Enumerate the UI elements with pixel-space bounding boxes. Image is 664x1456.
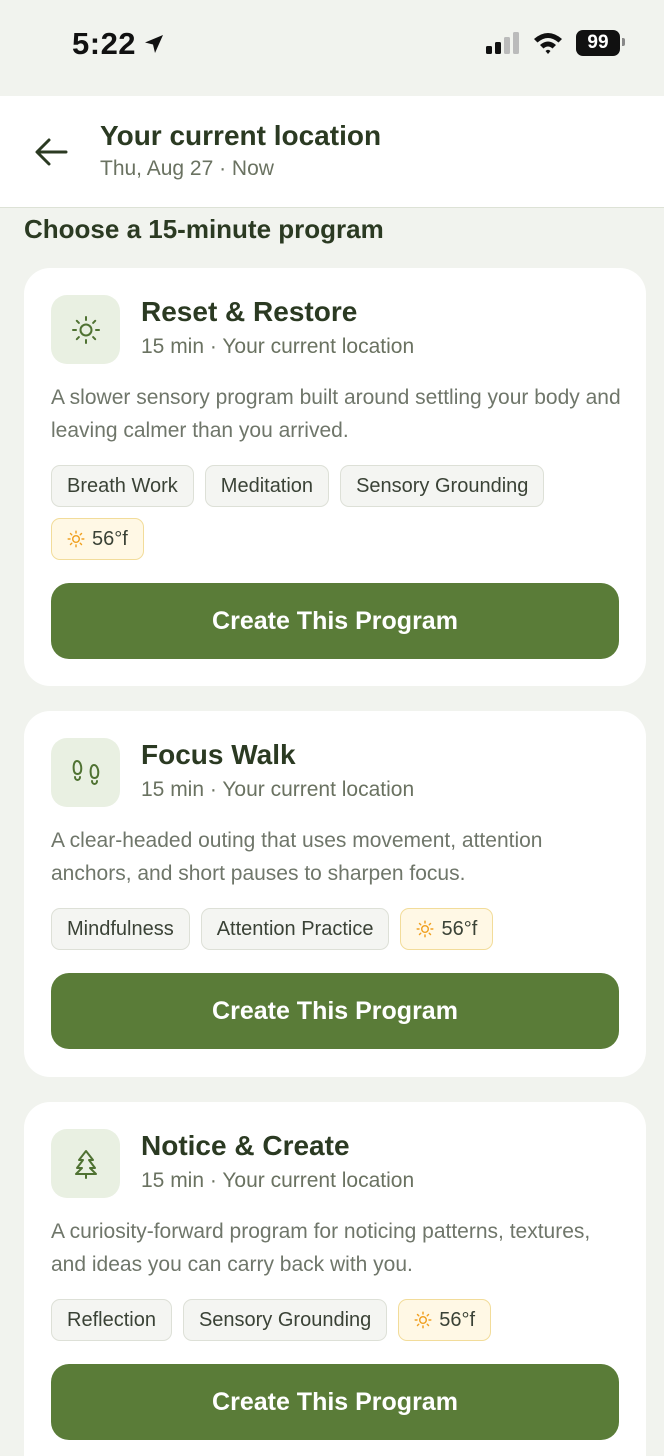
location-arrow-icon [145, 35, 164, 53]
program-icon-container [51, 1129, 120, 1198]
cellular-signal-icon [486, 32, 519, 54]
status-bar: 5:22 99 [0, 0, 664, 96]
create-program-button[interactable]: Create This Program [51, 1364, 619, 1440]
tag-chip: Mindfulness [51, 908, 190, 950]
footprints-icon [72, 759, 99, 785]
program-card-notice-create: Notice & Create 15 min · Your current lo… [24, 1102, 646, 1456]
program-title: Focus Walk [141, 739, 296, 770]
arrow-left-icon [35, 138, 68, 166]
program-meta: 15 min · Your current location [141, 335, 415, 358]
tag-label: Mindfulness [67, 917, 174, 940]
program-icon-container [51, 295, 120, 364]
tag-label: Sensory Grounding [356, 474, 529, 497]
program-card-focus-walk: Focus Walk 15 min · Your current locatio… [24, 711, 646, 1077]
tag-chip: Sensory Grounding [182, 1299, 388, 1341]
weather-temp: 56°f [441, 917, 478, 940]
weather-tag: 56°f [400, 908, 494, 950]
tag-label: Reflection [67, 1308, 156, 1331]
battery-indicator: 99 [576, 30, 625, 56]
status-time: 5:22 [72, 26, 166, 62]
program-title: Reset & Restore [141, 296, 358, 327]
battery-level: 99 [587, 32, 609, 53]
tag-chip: Breath Work [51, 465, 194, 507]
program-meta: 15 min · Your current location [141, 1169, 415, 1192]
status-indicators: 99 [486, 30, 625, 56]
tag-label: Attention Practice [216, 917, 374, 940]
program-meta: 15 min · Your current location [141, 778, 415, 801]
sun-icon [416, 920, 434, 938]
program-description: A clear-headed outing that uses movement… [51, 829, 543, 885]
program-icon-container [51, 738, 120, 807]
program-tags: Reflection Sensory Grounding 56°f [51, 1299, 631, 1341]
weather-tag: 56°f [398, 1299, 492, 1341]
tag-label: Breath Work [67, 474, 178, 497]
program-title: Notice & Create [141, 1130, 350, 1161]
weather-temp: 56°f [439, 1308, 476, 1331]
program-description: A slower sensory program built around se… [51, 386, 621, 442]
tag-chip: Reflection [51, 1299, 172, 1341]
tag-chip: Meditation [204, 465, 330, 507]
create-program-button[interactable]: Create This Program [51, 583, 619, 659]
section-title: Choose a 15-minute program [24, 214, 384, 244]
tag-chip: Attention Practice [200, 908, 390, 950]
tag-label: Meditation [220, 474, 314, 497]
tag-label: Sensory Grounding [198, 1308, 372, 1331]
back-button[interactable] [30, 132, 72, 172]
tree-icon [74, 1149, 97, 1179]
wifi-icon [534, 33, 562, 54]
weather-tag: 56°f [51, 518, 144, 560]
sun-icon [67, 530, 85, 548]
program-card-reset-restore: Reset & Restore 15 min · Your current lo… [24, 268, 646, 686]
program-tags: Breath Work Meditation Sensory Grounding… [51, 465, 631, 560]
tag-chip: Sensory Grounding [340, 465, 545, 507]
sun-icon [414, 1311, 432, 1329]
page-subtitle: Thu, Aug 27 · Now [100, 157, 274, 180]
program-tags: Mindfulness Attention Practice 56°f [51, 908, 631, 950]
page-header: Your current location Thu, Aug 27 · Now [0, 96, 664, 208]
sun-icon [71, 315, 100, 344]
page-title: Your current location [100, 120, 382, 151]
create-program-button[interactable]: Create This Program [51, 973, 619, 1049]
clock-text: 5:22 [72, 26, 137, 61]
weather-temp: 56°f [92, 527, 128, 550]
program-description: A curiosity-forward program for noticing… [51, 1220, 591, 1276]
